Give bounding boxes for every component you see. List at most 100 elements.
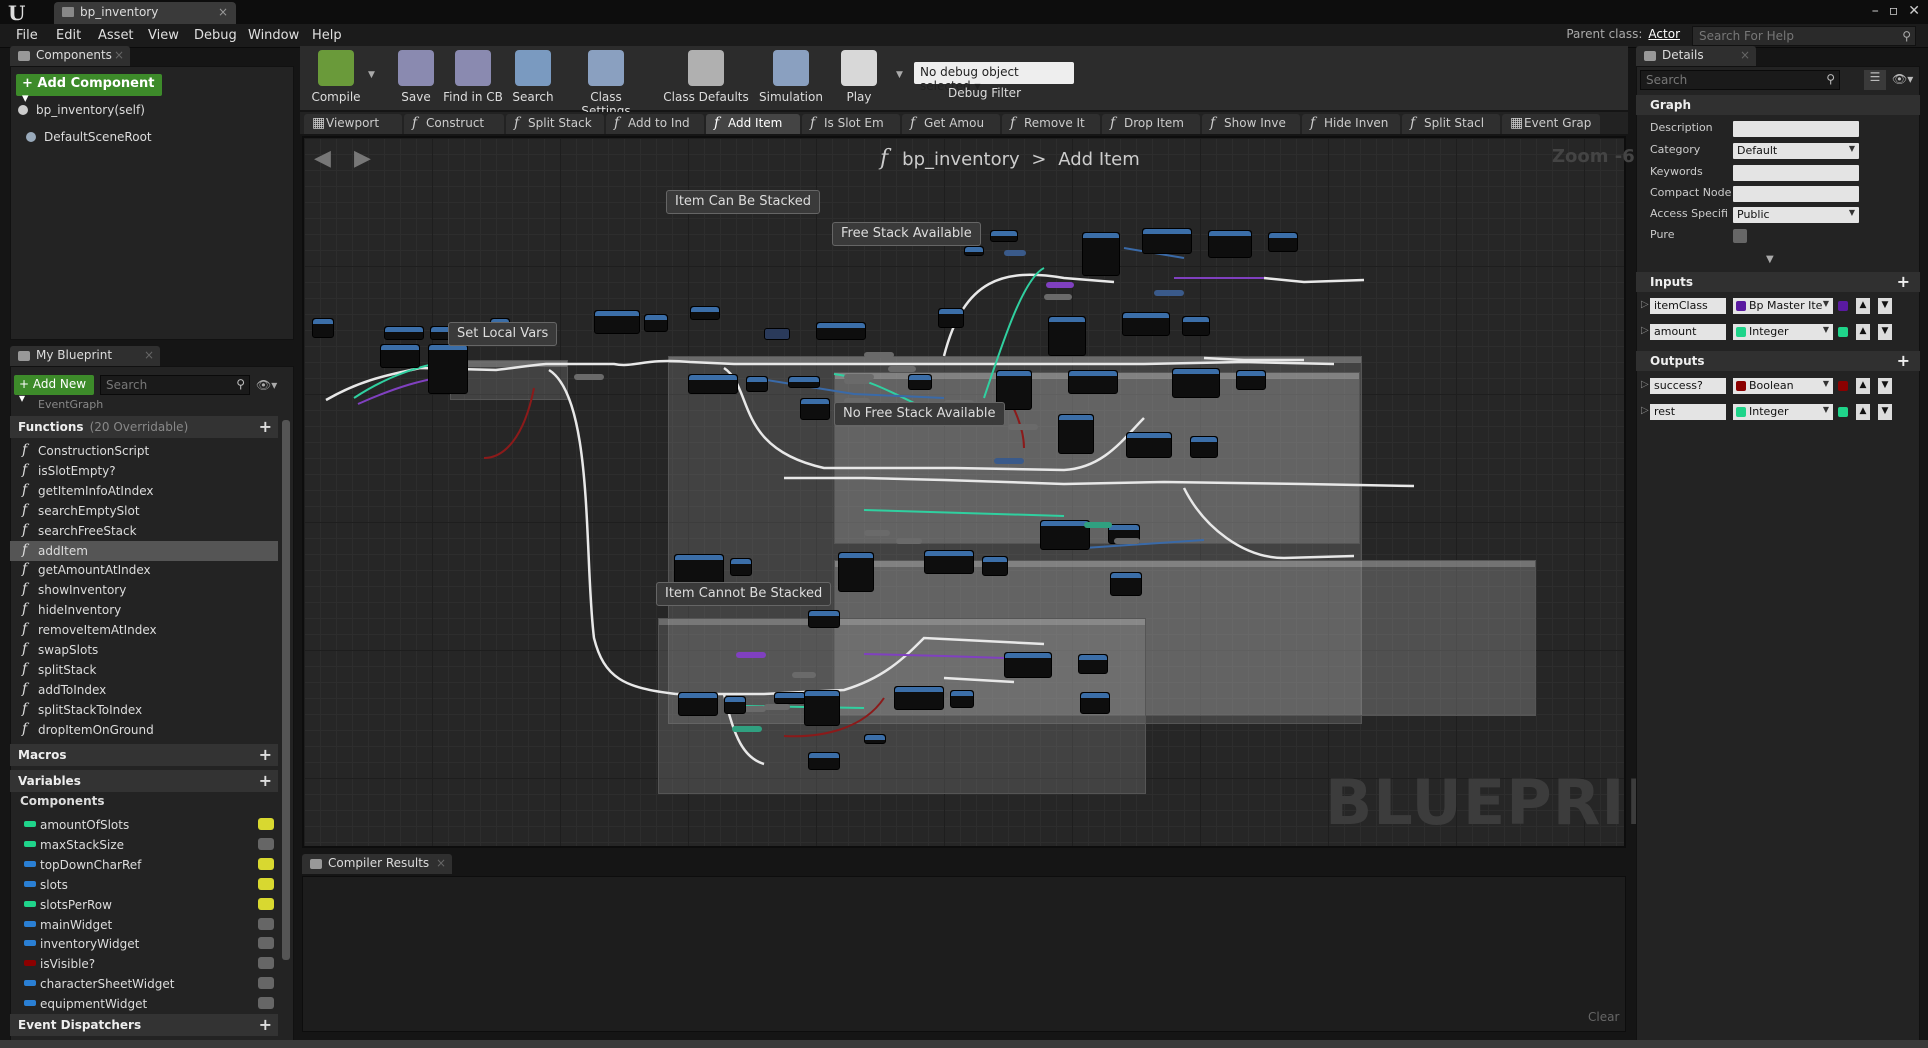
expand-advanced-icon[interactable]: ▼ [1766, 254, 1774, 265]
document-tab[interactable]: bp_inventory × [54, 2, 236, 24]
node[interactable] [924, 550, 974, 574]
compact-node-field[interactable] [1733, 186, 1859, 202]
node[interactable] [1078, 654, 1108, 674]
node[interactable] [982, 556, 1008, 576]
expand-param-icon[interactable]: ▷ [1641, 405, 1649, 416]
function-item[interactable]: f splitStack [10, 660, 278, 680]
close-tab-icon[interactable]: × [218, 5, 228, 19]
component-self[interactable]: bp_inventory(self) [18, 103, 145, 117]
visibility-eye-icon[interactable] [258, 937, 274, 950]
move-up-icon[interactable]: ▲ [1856, 324, 1870, 340]
variables-components-category[interactable]: Components [20, 794, 105, 808]
tab-show-inve[interactable]: f Show Inve [1202, 114, 1300, 134]
functions-header[interactable]: Functions (20 Overridable) + [10, 416, 278, 438]
search-button[interactable]: Search [508, 48, 558, 108]
class-settings-button[interactable]: Class Settings [566, 48, 646, 118]
close-icon[interactable]: × [144, 348, 154, 362]
function-item[interactable]: f addToIndex [10, 680, 278, 700]
node[interactable] [774, 692, 806, 704]
node[interactable] [864, 734, 886, 744]
node[interactable] [674, 554, 724, 584]
menu-debug[interactable]: Debug [194, 28, 237, 43]
breadcrumb-blueprint[interactable]: bp_inventory [902, 149, 1020, 170]
my-blueprint-scrollbar[interactable] [282, 420, 290, 960]
variable-item[interactable]: topDownCharRef [10, 855, 278, 875]
comment-title-no-free-stack-available[interactable]: No Free Stack Available [834, 402, 1005, 426]
variable-item[interactable]: mainWidget [10, 915, 278, 935]
compiler-results-tab[interactable]: Compiler Results × [302, 854, 452, 874]
node[interactable] [746, 376, 768, 392]
function-item[interactable]: f ConstructionScript [10, 441, 278, 461]
keywords-field[interactable] [1733, 165, 1859, 181]
variable-item[interactable]: isVisible? [10, 954, 278, 974]
visibility-eye-icon[interactable] [258, 897, 274, 910]
function-item[interactable]: f hideInventory [10, 600, 278, 620]
menu-help[interactable]: Help [312, 28, 342, 43]
node[interactable] [1172, 368, 1220, 398]
compile-options-chevron-icon[interactable]: ▼ [368, 70, 375, 80]
node[interactable] [1058, 414, 1094, 454]
tab-get-amou[interactable]: f Get Amou [902, 114, 1000, 134]
add-new-button[interactable]: + Add New ▾ [14, 375, 94, 405]
move-up-icon[interactable]: ▲ [1856, 378, 1870, 394]
add-macro-icon[interactable]: + [259, 745, 272, 764]
node[interactable] [678, 692, 718, 716]
simulation-button[interactable]: Simulation [754, 48, 828, 108]
details-tab[interactable]: Details × [1636, 46, 1756, 66]
move-up-icon[interactable]: ▲ [1856, 298, 1870, 314]
node[interactable] [690, 306, 720, 320]
tab-is-slot-em[interactable]: f Is Slot Em [802, 114, 900, 134]
component-default-scene-root[interactable]: DefaultSceneRoot [26, 130, 152, 144]
node[interactable] [1236, 370, 1266, 390]
node[interactable] [816, 322, 866, 340]
minimize-icon[interactable]: – [1872, 3, 1879, 19]
menu-edit[interactable]: Edit [56, 28, 81, 43]
view-options-icon[interactable]: 👁▾ [256, 378, 277, 392]
close-icon[interactable]: × [1740, 48, 1750, 62]
pure-checkbox[interactable] [1733, 229, 1747, 243]
graph-section-header[interactable]: Graph [1636, 95, 1920, 115]
tab-viewport[interactable]: ▦ Viewport [304, 114, 402, 134]
find-in-cb-button[interactable]: Find in CB [442, 48, 504, 108]
move-down-icon[interactable]: ▼ [1878, 298, 1892, 314]
function-item[interactable]: f swapSlots [10, 640, 278, 660]
variable-item[interactable]: slots [10, 875, 278, 895]
event-dispatchers-header[interactable]: Event Dispatchers + [10, 1014, 278, 1036]
play-options-chevron-icon[interactable]: ▼ [896, 70, 903, 80]
outputs-type-select[interactable]: Boolean [1733, 378, 1833, 394]
class-defaults-button[interactable]: Class Defaults [660, 48, 752, 108]
node[interactable] [384, 326, 424, 340]
visibility-eye-icon[interactable] [258, 857, 274, 870]
node[interactable] [730, 558, 752, 576]
tab-event-grap[interactable]: ▦ Event Grap [1502, 114, 1600, 134]
compile-button[interactable]: Compile [306, 48, 366, 108]
close-window-icon[interactable]: ✕ [1908, 3, 1920, 19]
clear-button[interactable]: Clear [1588, 1010, 1619, 1024]
node[interactable] [990, 230, 1018, 242]
visibility-eye-icon[interactable] [258, 977, 274, 990]
add-input-icon[interactable]: + [1897, 272, 1910, 291]
tab-split-stacl[interactable]: f Split Stacl [1402, 114, 1500, 134]
comment-title-free-stack-available[interactable]: Free Stack Available [832, 222, 981, 246]
node[interactable] [1142, 228, 1192, 254]
node[interactable] [894, 686, 944, 710]
move-down-icon[interactable]: ▼ [1878, 404, 1892, 420]
visibility-eye-icon[interactable] [258, 877, 274, 890]
node[interactable] [964, 246, 984, 256]
function-item[interactable]: f dropItemOnGround [10, 720, 278, 740]
tab-hide-inven[interactable]: f Hide Inven [1302, 114, 1400, 134]
node[interactable] [1122, 312, 1170, 336]
node[interactable] [644, 314, 668, 332]
comment-title-item-can-be-stacked[interactable]: Item Can Be Stacked [666, 190, 820, 214]
components-tab[interactable]: Components × [10, 46, 130, 66]
node[interactable] [594, 310, 640, 334]
menu-asset[interactable]: Asset [98, 28, 134, 43]
variable-item[interactable]: characterSheetWidget [10, 974, 278, 994]
node[interactable] [1048, 316, 1086, 356]
add-function-icon[interactable]: + [259, 417, 272, 436]
description-field[interactable] [1733, 121, 1859, 137]
maximize-icon[interactable]: ▫ [1889, 3, 1899, 19]
node[interactable] [428, 344, 468, 394]
outputs-name-field[interactable]: rest [1650, 404, 1726, 420]
move-down-icon[interactable]: ▼ [1878, 324, 1892, 340]
